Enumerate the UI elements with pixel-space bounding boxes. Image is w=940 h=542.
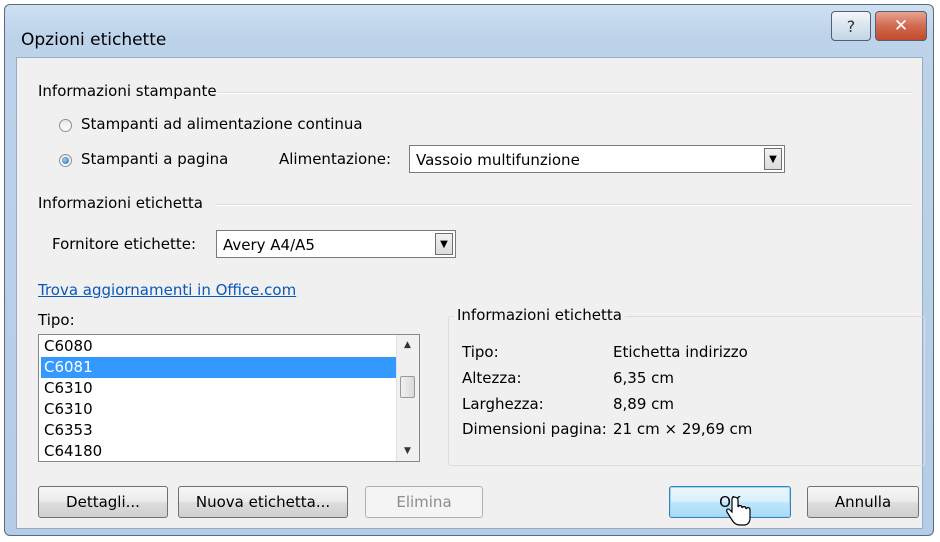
type-listbox[interactable]: C6080 C6081 C6310 C6310 C6353 C64180 ▲ ▼ — [38, 334, 420, 462]
detail-page-size-label: Dimensioni pagina: — [462, 420, 607, 438]
page-printer-radio[interactable] — [59, 154, 72, 167]
group-divider — [217, 92, 913, 94]
scrollbar-thumb[interactable] — [400, 376, 415, 398]
group-divider — [215, 204, 913, 206]
help-button[interactable]: ? — [831, 11, 871, 41]
new-label-button[interactable]: Nuova etichetta... — [178, 486, 348, 518]
list-item[interactable]: C6310 — [41, 378, 397, 399]
chevron-down-icon[interactable]: ▼ — [764, 148, 782, 170]
title-bar[interactable]: Opzioni etichette ? ✕ — [5, 5, 933, 57]
close-button[interactable]: ✕ — [875, 11, 927, 41]
dialog-body: Informazioni stampante Stampanti ad alim… — [16, 57, 925, 529]
feed-select-value: Vassoio multifunzione — [416, 151, 580, 169]
type-list-scrollbar[interactable]: ▲ ▼ — [396, 335, 419, 461]
list-item[interactable]: C64180 — [41, 441, 397, 461]
detail-page-size-value: 21 cm × 29,69 cm — [613, 420, 753, 438]
continuous-printer-text: Stampanti ad alimentazione continua — [81, 115, 363, 133]
list-item-selected[interactable]: C6081 — [41, 357, 397, 378]
list-item[interactable]: C6310 — [41, 399, 397, 420]
page-printer-label[interactable]: Stampanti a pagina — [81, 150, 228, 168]
delete-button[interactable]: Elimina — [365, 486, 483, 518]
continuous-printer-label[interactable]: Stampanti ad alimentazione continua — [81, 115, 363, 133]
dialog-title: Opzioni etichette — [21, 30, 167, 50]
label-info-group-label: Informazioni etichetta — [38, 194, 203, 212]
vendor-select[interactable]: Avery A4/A5 ▼ — [216, 230, 456, 258]
cancel-button[interactable]: Annulla — [807, 486, 919, 518]
vendor-select-value: Avery A4/A5 — [223, 236, 315, 254]
label-options-dialog: Opzioni etichette ? ✕ Informazioni stamp… — [4, 4, 934, 536]
close-icon: ✕ — [893, 16, 909, 36]
detail-height-value: 6,35 cm — [613, 369, 675, 387]
mouse-pointer-icon — [726, 496, 751, 526]
scroll-down-icon[interactable]: ▼ — [397, 441, 418, 461]
scroll-up-icon[interactable]: ▲ — [397, 335, 418, 355]
label-details-group-label: Informazioni etichetta — [454, 306, 625, 324]
feed-select[interactable]: Vassoio multifunzione ▼ — [409, 145, 785, 173]
detail-width-label: Larghezza: — [462, 395, 544, 413]
help-icon: ? — [846, 16, 856, 36]
details-button[interactable]: Dettagli... — [38, 486, 168, 518]
continuous-printer-radio[interactable] — [59, 119, 72, 132]
office-updates-link[interactable]: Trova aggiornamenti in Office.com — [38, 281, 296, 299]
detail-height-label: Altezza: — [462, 369, 522, 387]
printer-info-group-label: Informazioni stampante — [38, 82, 217, 100]
page-printer-text: Stampanti a pagina — [81, 150, 229, 168]
label-details-group — [448, 316, 925, 466]
list-item[interactable]: C6080 — [41, 336, 397, 357]
chevron-down-icon[interactable]: ▼ — [435, 233, 453, 255]
vendor-label: Fornitore etichette: — [52, 235, 197, 253]
detail-width-value: 8,89 cm — [613, 395, 675, 413]
detail-type-value: Etichetta indirizzo — [613, 343, 748, 361]
detail-type-label: Tipo: — [462, 343, 499, 361]
list-item[interactable]: C6353 — [41, 420, 397, 441]
type-list-label: Tipo: — [38, 311, 75, 329]
feed-label: Alimentazione: — [279, 150, 392, 168]
